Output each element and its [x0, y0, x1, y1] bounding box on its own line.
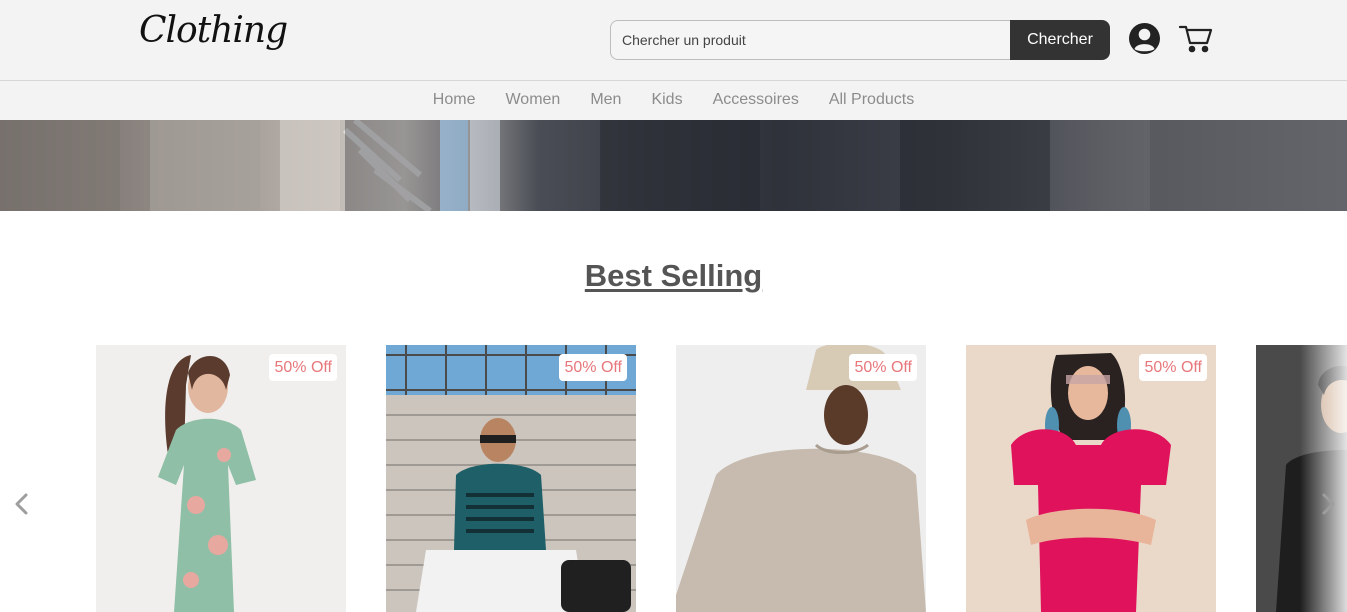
discount-badge: 50% Off — [559, 354, 627, 381]
product-carousel: 50% Off 50% Off 50% Off 50% Off — [0, 345, 1347, 612]
user-circle-icon[interactable] — [1128, 22, 1161, 55]
discount-badge: 50% Off — [849, 354, 917, 381]
product-card[interactable]: 50% Off — [676, 345, 926, 612]
nav-link-home[interactable]: Home — [433, 91, 476, 108]
nav-link-women[interactable]: Women — [505, 91, 560, 108]
nav-link-men[interactable]: Men — [590, 91, 621, 108]
best-selling-title: Best Selling — [584, 258, 763, 293]
search-input[interactable] — [610, 20, 1010, 60]
chevron-right-icon[interactable] — [1320, 492, 1338, 516]
nav-link-accessoires[interactable]: Accessoires — [713, 91, 799, 108]
discount-badge: 50% Off — [269, 354, 337, 381]
main-nav: Home Women Men Kids Accessoires All Prod… — [0, 81, 1347, 120]
hero-banner-image — [0, 120, 1347, 211]
nav-link-kids[interactable]: Kids — [651, 91, 682, 108]
carousel-fade — [1300, 345, 1347, 612]
product-image-man-teal-tshirt — [386, 345, 636, 612]
product-card[interactable]: 50% Off — [966, 345, 1216, 612]
site-logo[interactable]: Clothing — [139, 10, 288, 51]
site-header: Clothing Chercher — [0, 0, 1347, 81]
nav-link-all-products[interactable]: All Products — [829, 91, 914, 108]
search-button[interactable]: Chercher — [1010, 20, 1110, 60]
product-image-woman-pink-dress — [966, 345, 1216, 612]
product-image-man-beige-sweatshirt — [676, 345, 926, 612]
product-image-woman-floral-dress — [96, 345, 346, 612]
discount-badge: 50% Off — [1139, 354, 1207, 381]
product-card[interactable]: 50% Off — [96, 345, 346, 612]
chevron-left-icon[interactable] — [12, 492, 30, 516]
product-card[interactable]: 50% Off — [386, 345, 636, 612]
shopping-cart-icon[interactable] — [1178, 22, 1213, 54]
